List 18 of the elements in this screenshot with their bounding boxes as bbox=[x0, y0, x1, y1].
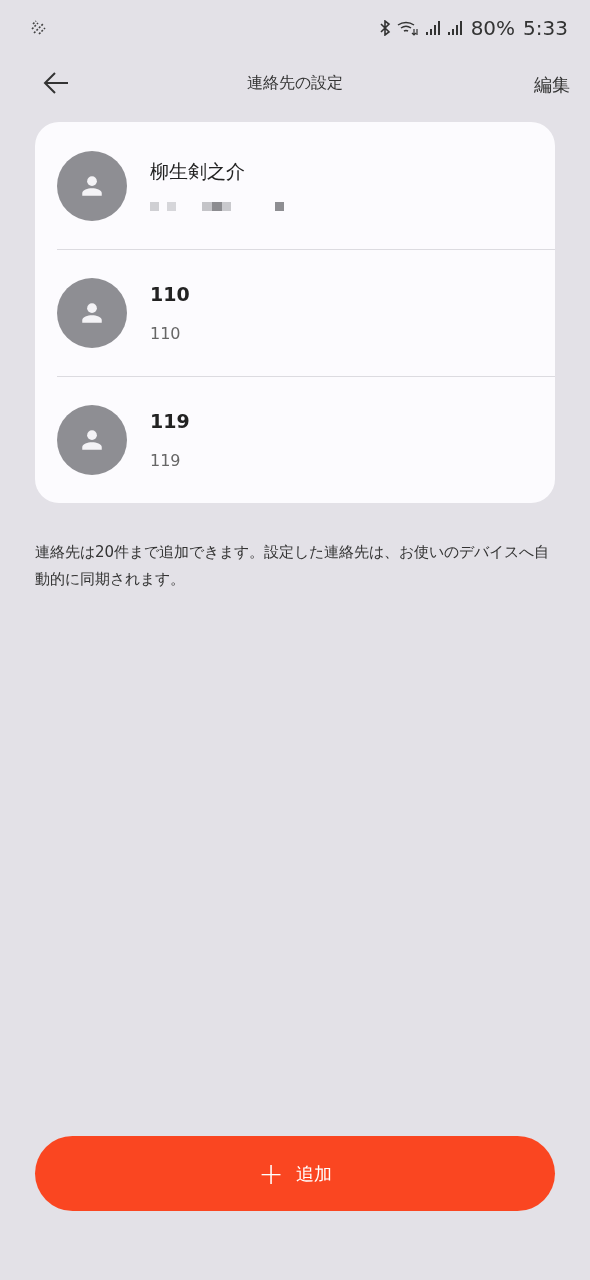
back-arrow-icon bbox=[43, 71, 69, 95]
person-icon bbox=[79, 427, 105, 453]
edit-button[interactable]: 編集 bbox=[534, 71, 570, 98]
contact-name[interactable]: 119 bbox=[150, 406, 190, 436]
signal-icon bbox=[446, 20, 463, 36]
bluetooth-icon bbox=[378, 20, 391, 36]
battery-text: 80% bbox=[470, 15, 516, 42]
wifi-icon bbox=[396, 20, 419, 36]
person-icon bbox=[79, 300, 105, 326]
clock-text: 5:33 bbox=[523, 15, 568, 42]
contact-name[interactable]: 110 bbox=[150, 279, 190, 309]
add-button[interactable]: + 追加 bbox=[35, 1136, 555, 1211]
contact-number: 119 bbox=[150, 450, 182, 473]
page-title: 連絡先の設定 bbox=[247, 72, 343, 94]
contact-number: 110 bbox=[150, 323, 182, 346]
contact-name[interactable]: 柳生剣之介 bbox=[150, 157, 284, 186]
signal-icon bbox=[424, 20, 441, 36]
info-text: 連絡先は20件まで追加できます。設定した連絡先は、お使いのデバイスへ自動的に同期されます。 bbox=[35, 542, 551, 590]
